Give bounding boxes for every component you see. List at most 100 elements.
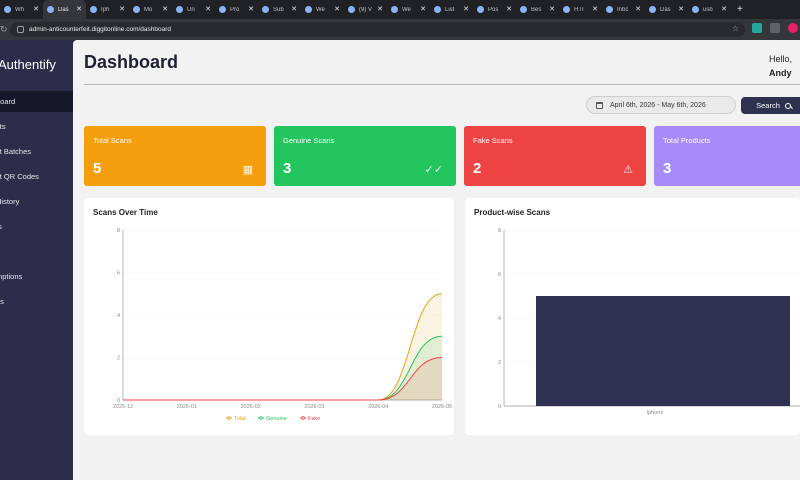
tab-close-icon[interactable]: ✕ <box>635 5 641 13</box>
tab-label: HTI <box>574 6 584 13</box>
browser-tab[interactable]: Inbc ✕ <box>602 0 645 19</box>
browser-tab[interactable]: Das ✕ <box>43 0 86 19</box>
tab-close-icon[interactable]: ✕ <box>463 5 469 13</box>
tab-label: Das <box>660 6 671 13</box>
product-wise-scans-chart: 0 2 4 6 8 Iphone <box>498 228 800 416</box>
brand-logo[interactable]: Authentify <box>0 57 56 72</box>
user-name: Andy <box>769 68 792 78</box>
bookmark-star-icon[interactable]: ☆ <box>732 24 739 33</box>
browser-tab[interactable]: Un ✕ <box>172 0 215 19</box>
tab-close-icon[interactable]: ✕ <box>248 5 254 13</box>
extensions-puzzle-icon[interactable] <box>770 23 780 33</box>
tab-close-icon[interactable]: ✕ <box>549 5 555 13</box>
tab-label: List <box>445 6 455 13</box>
sidebar-item[interactable]: board <box>0 91 73 112</box>
sidebar-item[interactable]: mptions <box>0 266 73 287</box>
tab-close-icon[interactable]: ✕ <box>334 5 340 13</box>
x-tick-label: Iphone <box>647 410 664 416</box>
y-tick-label: 6 <box>498 272 501 278</box>
tab-close-icon[interactable]: ✕ <box>33 5 39 13</box>
browser-tab[interactable]: Das ✕ <box>645 0 688 19</box>
tab-close-icon[interactable]: ✕ <box>377 5 383 13</box>
search-button[interactable]: Search <box>741 97 800 114</box>
tab-label: Iph <box>101 6 110 13</box>
bar <box>536 296 790 406</box>
series-line <box>122 293 443 401</box>
sidebar-item[interactable] <box>0 241 73 262</box>
tab-label: We <box>316 6 325 13</box>
legend-label: Genuine <box>266 416 287 422</box>
x-tick-label: 2026-04 <box>368 404 388 410</box>
calendar-icon <box>596 101 603 109</box>
browser-tab[interactable]: Wh ✕ <box>0 0 43 19</box>
browser-tab[interactable]: Bes ✕ <box>516 0 559 19</box>
browser-toolbar: ↻ admin-anticounterfeit.diggitonline.com… <box>0 19 800 40</box>
stat-card: Genuine Scans 3 ✓✓ <box>274 126 456 186</box>
warning-icon: ⚠ <box>623 164 633 176</box>
y-tick-label: 4 <box>117 313 120 319</box>
sidebar: Authentify board cts ct Batches ct QR Codes… <box>0 40 73 480</box>
tab-favicon-icon <box>649 6 656 13</box>
tab-favicon-icon <box>434 6 441 13</box>
tab-favicon-icon <box>692 6 699 13</box>
new-tab-icon[interactable]: + <box>737 4 743 15</box>
tab-close-icon[interactable]: ✕ <box>721 5 727 13</box>
tab-close-icon[interactable]: ✕ <box>678 5 684 13</box>
greeting-text: Hello, <box>769 54 793 64</box>
tab-close-icon[interactable]: ✕ <box>76 5 82 13</box>
stat-card-value: 2 <box>473 160 482 177</box>
sidebar-item-label: ts <box>0 222 2 231</box>
sidebar-item[interactable]: gs <box>0 291 73 312</box>
x-tick-label: 2026-05 <box>432 404 452 410</box>
tab-favicon-icon <box>133 6 140 13</box>
date-range-picker[interactable]: April 6th, 2026 - May 6th, 2026 <box>586 96 736 114</box>
browser-tab[interactable]: Iph ✕ <box>86 0 129 19</box>
tab-favicon-icon <box>606 6 613 13</box>
tab-close-icon[interactable]: ✕ <box>420 5 426 13</box>
tab-close-icon[interactable]: ✕ <box>291 5 297 13</box>
x-tick-label: 2025-12 <box>113 404 133 410</box>
legend-marker <box>301 416 305 420</box>
tab-close-icon[interactable]: ✕ <box>205 5 211 13</box>
sidebar-item[interactable]: ct QR Codes <box>0 166 73 187</box>
stat-card-label: Total Scans <box>93 136 132 145</box>
stat-card-label: Genuine Scans <box>283 136 335 145</box>
address-bar[interactable]: admin-anticounterfeit.diggitonline.com/d… <box>10 22 745 37</box>
browser-tab[interactable]: usb ✕ <box>688 0 731 19</box>
tab-close-icon[interactable]: ✕ <box>162 5 168 13</box>
browser-tab[interactable]: Pro ✕ <box>215 0 258 19</box>
x-tick-label: 2026-02 <box>241 404 261 410</box>
sidebar-item[interactable]: History <box>0 191 73 212</box>
browser-tab[interactable]: List ✕ <box>430 0 473 19</box>
series-area <box>123 293 442 400</box>
extension-icon[interactable] <box>752 23 762 33</box>
legend-marker <box>227 416 231 420</box>
browser-tab[interactable]: Pos ✕ <box>473 0 516 19</box>
stat-card: Total Products 3 <box>654 126 800 186</box>
site-info-icon[interactable] <box>17 26 24 33</box>
browser-tab[interactable]: Mo ✕ <box>129 0 172 19</box>
page-title: Dashboard <box>84 52 179 72</box>
tab-close-icon[interactable]: ✕ <box>119 5 125 13</box>
browser-tab[interactable]: We ✕ <box>301 0 344 19</box>
browser-tab[interactable]: (9) V ✕ <box>344 0 387 19</box>
tab-close-icon[interactable]: ✕ <box>506 5 512 13</box>
tab-favicon-icon <box>176 6 183 13</box>
y-tick-label: 6 <box>117 271 120 277</box>
browser-tab[interactable]: We ✕ <box>387 0 430 19</box>
main-content: Dashboard Hello, Andy April 6th, 2026 - … <box>73 40 800 480</box>
reload-icon[interactable]: ↻ <box>0 24 8 35</box>
tab-close-icon[interactable]: ✕ <box>592 5 598 13</box>
stat-card: Total Scans 5 ▦ <box>84 126 266 186</box>
legend-label: Total <box>234 416 246 422</box>
sidebar-item[interactable]: ts <box>0 216 73 237</box>
sidebar-item[interactable]: ct Batches <box>0 141 73 162</box>
tab-favicon-icon <box>219 6 226 13</box>
browser-tab[interactable]: HTI ✕ <box>559 0 602 19</box>
profile-avatar-icon[interactable] <box>788 23 798 33</box>
browser-tab[interactable]: Sub ✕ <box>258 0 301 19</box>
tab-label: usb <box>703 6 713 13</box>
sidebar-item[interactable]: cts <box>0 116 73 137</box>
sidebar-item-label: History <box>0 197 20 206</box>
tab-favicon-icon <box>47 6 54 13</box>
